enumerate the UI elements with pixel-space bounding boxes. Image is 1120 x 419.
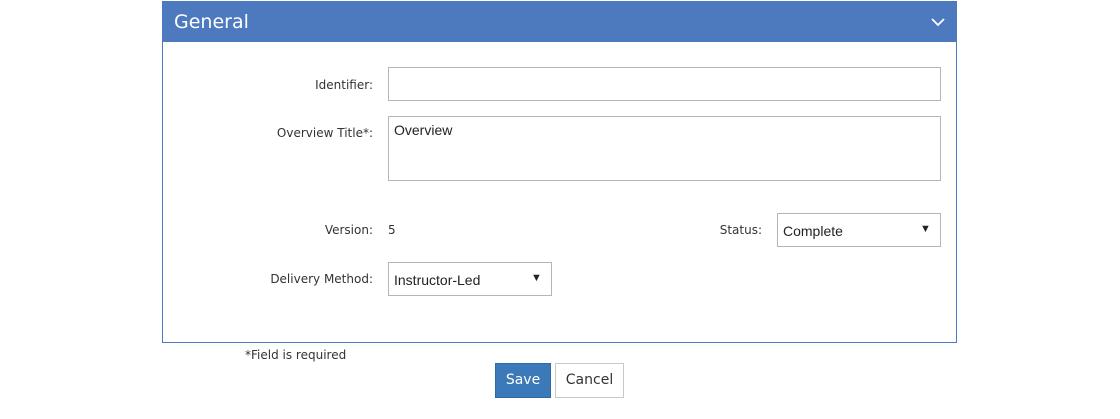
required-field-note: *Field is required — [245, 348, 347, 362]
identifier-label: Identifier: — [315, 78, 373, 92]
overview-title-textarea[interactable]: Overview — [388, 116, 941, 181]
panel-title: General — [174, 11, 249, 33]
delivery-method-label: Delivery Method: — [270, 272, 373, 286]
dropdown-arrow-icon: ▼ — [531, 272, 542, 284]
status-label: Status: — [719, 223, 762, 237]
cancel-button[interactable]: Cancel — [555, 363, 624, 398]
overview-title-label: Overview Title*: — [276, 126, 373, 140]
identifier-input[interactable] — [388, 67, 941, 101]
version-value: 5 — [388, 223, 396, 237]
status-selected-value: Complete — [783, 223, 843, 239]
delivery-method-select[interactable]: Instructor-Led ▼ — [388, 262, 552, 296]
save-button[interactable]: Save — [495, 363, 551, 398]
overview-title-value: Overview — [394, 122, 453, 138]
delivery-method-selected-value: Instructor-Led — [394, 272, 481, 288]
panel-header[interactable]: General — [163, 2, 956, 42]
chevron-down-icon[interactable] — [928, 12, 948, 32]
status-select[interactable]: Complete ▼ — [777, 213, 941, 247]
version-label: Version: — [324, 223, 373, 237]
dropdown-arrow-icon: ▼ — [920, 223, 931, 235]
general-panel: General Identifier: Overview Title*: Ove… — [162, 1, 957, 343]
